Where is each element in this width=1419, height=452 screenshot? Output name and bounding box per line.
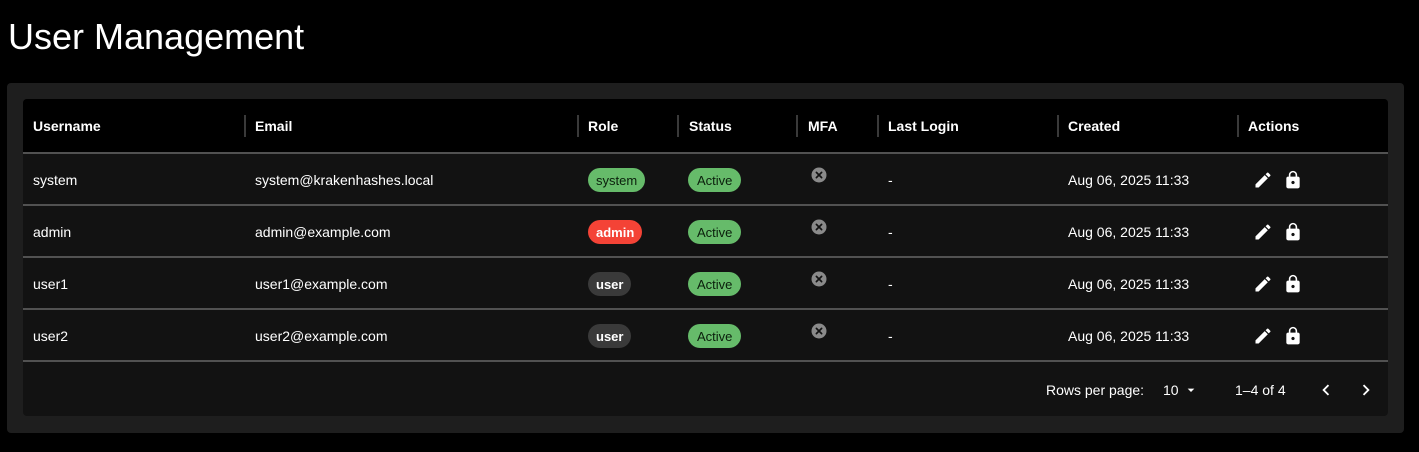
cell-username: user2 [33,328,69,344]
table-row[interactable]: user2 user2@example.com user Active - Au… [23,310,1388,362]
table-header-row: Username Email Role Status MFA Last Logi… [23,99,1388,154]
cell-created: Aug 06, 2025 11:33 [1068,276,1190,292]
lock-user-button[interactable] [1281,272,1305,296]
column-header-last-login[interactable]: Last Login [878,99,1058,152]
mfa-disabled-icon [810,270,828,288]
cell-actions [1238,258,1388,310]
cell-status: Active [678,206,798,258]
cell-email: user2@example.com [255,328,388,344]
lock-user-button[interactable] [1281,220,1305,244]
cell-role: user [578,310,678,362]
cell-role: system [578,154,678,206]
lock-user-button[interactable] [1281,168,1305,192]
table-row[interactable]: system system@krakenhashes.local system … [23,154,1388,206]
table-pagination: Rows per page: 10 1–4 of 4 [23,364,1388,416]
lock-user-button[interactable] [1281,324,1305,348]
cell-created: Aug 06, 2025 11:33 [1068,172,1190,188]
cell-last-login: - [888,328,893,344]
role-chip: system [588,168,646,192]
cell-email: system@krakenhashes.local [255,172,434,188]
lock-icon [1283,170,1303,190]
status-badge: Active [688,220,742,244]
pencil-icon [1253,222,1273,242]
page-title: User Management [8,16,305,57]
cell-username: admin [33,224,72,240]
pagination-range: 1–4 of 4 [1235,382,1286,398]
role-chip: admin [588,220,643,244]
cell-role: user [578,258,678,310]
edit-user-button[interactable] [1251,168,1275,192]
cell-username: system [33,172,78,188]
mfa-disabled-icon [810,218,828,236]
cell-last-login: - [888,276,893,292]
column-header-mfa[interactable]: MFA [798,99,878,152]
pencil-icon [1253,326,1273,346]
column-header-created[interactable]: Created [1058,99,1238,152]
mfa-disabled-icon [810,166,828,184]
mfa-disabled-icon [810,322,828,340]
caret-down-icon [1183,382,1199,398]
role-chip: user [588,324,632,348]
chevron-right-icon[interactable] [1354,378,1378,402]
user-table: Username Email Role Status MFA Last Logi… [23,99,1388,416]
table-row[interactable]: user1 user1@example.com user Active - Au… [23,258,1388,310]
column-header-role[interactable]: Role [578,99,678,152]
cell-role: admin [578,206,678,258]
cell-last-login: - [888,172,893,188]
cell-status: Active [678,258,798,310]
column-header-actions: Actions [1248,117,1300,134]
cell-status: Active [678,154,798,206]
column-header-username[interactable]: Username [23,99,245,152]
pencil-icon [1253,274,1273,294]
rows-per-page-label: Rows per page: [1046,382,1145,398]
cell-username: user1 [33,276,69,292]
edit-user-button[interactable] [1251,272,1275,296]
role-chip: user [588,272,632,296]
status-badge: Active [688,272,742,296]
cell-last-login: - [888,224,893,240]
cell-email: admin@example.com [255,224,391,240]
cell-mfa [798,206,878,258]
edit-user-button[interactable] [1251,324,1275,348]
rows-per-page-select[interactable]: 10 [1163,364,1199,416]
status-badge: Active [688,168,742,192]
rows-per-page-value: 10 [1163,382,1179,398]
cell-mfa [798,258,878,310]
status-badge: Active [688,324,742,348]
cell-created: Aug 06, 2025 11:33 [1068,328,1190,344]
pencil-icon [1253,170,1273,190]
column-header-status[interactable]: Status [679,99,798,152]
cell-actions [1238,310,1388,362]
user-table-panel: Username Email Role Status MFA Last Logi… [7,83,1404,433]
edit-user-button[interactable] [1251,220,1275,244]
cell-actions [1238,206,1388,258]
lock-icon [1283,274,1303,294]
cell-email: user1@example.com [255,276,388,292]
lock-icon [1283,222,1303,242]
cell-created: Aug 06, 2025 11:33 [1068,224,1190,240]
cell-actions [1238,154,1388,206]
column-header-email[interactable]: Email [245,99,578,152]
lock-icon [1283,326,1303,346]
table-row[interactable]: admin admin@example.com admin Active - A… [23,206,1388,258]
cell-mfa [798,310,878,362]
chevron-left-icon[interactable] [1314,378,1338,402]
cell-mfa [798,154,878,206]
cell-status: Active [678,310,798,362]
